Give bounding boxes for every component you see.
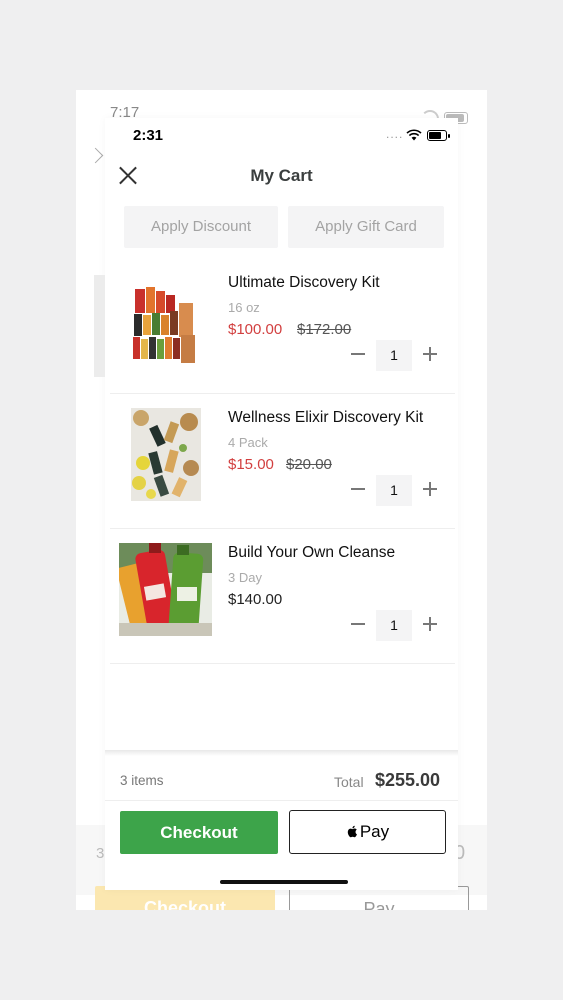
item-sale-price: $15.00 [228,456,274,473]
home-indicator [220,880,348,884]
wifi-icon [406,129,422,141]
item-variant: 4 Pack [228,435,268,450]
apply-discount-button[interactable]: Apply Discount [124,206,278,248]
product-image [131,281,201,371]
quantity-value[interactable]: 1 [376,610,412,641]
decrease-quantity-button[interactable] [351,623,365,625]
cart-item: Wellness Elixir Discovery Kit 4 Pack $15… [105,394,458,529]
increase-quantity-button[interactable] [423,482,437,496]
divider [105,800,458,801]
item-sale-price: $100.00 [228,321,283,338]
apple-pay-label: Pay [359,822,390,841]
cart-item: Ultimate Discovery Kit 16 oz $100.00 $17… [105,259,458,394]
item-name: Wellness Elixir Discovery Kit [228,409,424,426]
increase-quantity-button[interactable] [423,617,437,631]
battery-icon [427,130,450,141]
increase-quantity-button[interactable] [423,347,437,361]
item-name: Build Your Own Cleanse [228,544,396,561]
cart-item: Build Your Own Cleanse 3 Day $140.00 1 [105,529,458,664]
total-value: $255.00 [375,770,441,790]
decrease-quantity-button[interactable] [351,488,365,490]
apply-gift-card-button[interactable]: Apply Gift Card [288,206,444,248]
chevron-right-icon [87,147,104,164]
divider [110,663,455,664]
apple-icon [347,825,357,838]
item-price: $140.00 [228,591,283,608]
checkout-button[interactable]: Checkout [120,811,278,854]
item-count: 3 items [120,773,164,788]
apple-pay-button[interactable]: Pay [289,810,446,854]
scroll-indicator [94,275,105,377]
product-image [131,408,201,501]
status-bar: 2:31 .... [105,118,458,152]
cart-footer: 3 items Total $255.00 Checkout Pay [105,756,458,890]
item-original-price: $172.00 [297,321,352,338]
item-name: Ultimate Discovery Kit [228,274,380,291]
decrease-quantity-button[interactable] [351,353,365,355]
cart-sheet: 2:31 .... My Cart Apply Discount Apply G… [94,118,458,890]
item-original-price: $20.00 [286,456,332,473]
status-time: 2:31 [133,127,164,144]
signal-dots: .... [386,127,404,141]
quantity-value[interactable]: 1 [376,475,412,506]
page-title: My Cart [250,166,313,185]
quantity-value[interactable]: 1 [376,340,412,371]
item-variant: 3 Day [228,570,262,585]
background-item-count: 3 [96,845,105,862]
item-variant: 16 oz [228,300,260,315]
total-label: Total [334,774,364,790]
product-image [119,543,212,636]
